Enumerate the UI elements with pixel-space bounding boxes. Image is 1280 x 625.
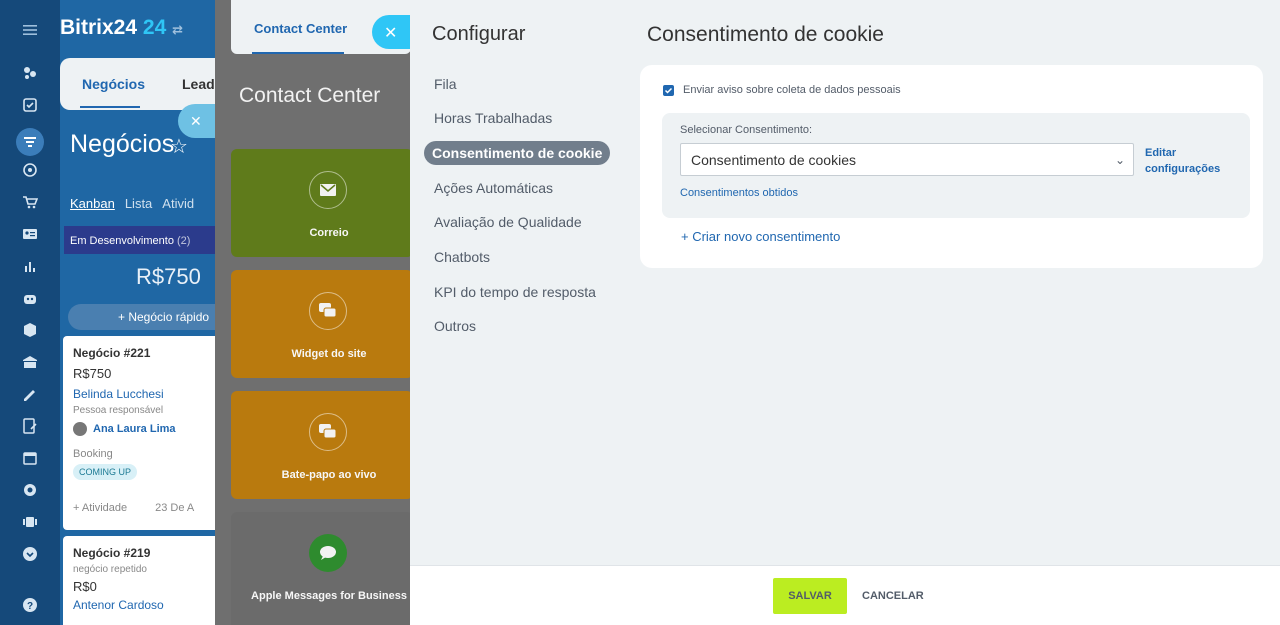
- menu-item-kpi[interactable]: KPI do tempo de resposta: [434, 284, 596, 300]
- robot-icon[interactable]: [21, 289, 39, 307]
- building-icon[interactable]: [21, 353, 39, 371]
- tab-active-indicator: [252, 52, 344, 54]
- channel-label: Widget do site: [291, 348, 367, 360]
- deal-role-label: Pessoa responsável: [73, 405, 164, 416]
- analytics-icon[interactable]: [21, 257, 39, 275]
- channel-card-livechat[interactable]: Bate-papo ao vivo: [231, 391, 410, 499]
- close-icon[interactable]: ✕: [178, 104, 215, 138]
- contact-center-slider: Contact Center Contact Center Correio Wi…: [215, 0, 410, 625]
- select-label: Selecionar Consentimento:: [680, 124, 813, 136]
- calendar-icon[interactable]: [21, 449, 39, 467]
- chat-icon: [309, 413, 347, 451]
- view-kanban[interactable]: Kanban: [70, 196, 115, 211]
- deal-client[interactable]: Antenor Cardoso: [73, 598, 213, 612]
- menu-item-outros[interactable]: Outros: [434, 318, 476, 334]
- channel-card-apple[interactable]: Apple Messages for Business: [231, 512, 410, 625]
- deal-footer: + Atividade 23 De A: [73, 502, 213, 514]
- deal-booking-label: Booking: [73, 448, 113, 460]
- create-consent-link[interactable]: + Criar novo consentimento: [681, 229, 840, 244]
- menu-item-cookie[interactable]: Consentimento de cookie: [424, 141, 611, 165]
- menu-item-acoes[interactable]: Ações Automáticas: [434, 180, 553, 196]
- consent-select[interactable]: Consentimento de cookies ⌄: [680, 143, 1134, 176]
- deal-title[interactable]: Negócio #221: [73, 346, 213, 360]
- message-bubble-icon: [309, 534, 347, 572]
- page-title: Consentimento de cookie: [647, 23, 884, 46]
- cart-icon[interactable]: [21, 193, 39, 211]
- deal-subtitle: negócio repetido: [73, 564, 147, 575]
- app-logo[interactable]: Bitrix24 24 ⇄: [60, 16, 183, 40]
- menu-icon[interactable]: [21, 21, 39, 39]
- view-atividades[interactable]: Ativid: [162, 196, 194, 211]
- envelope-icon: [309, 171, 347, 209]
- avatar: [73, 422, 87, 436]
- channel-label: Correio: [309, 227, 349, 239]
- box-icon[interactable]: [21, 321, 39, 339]
- tab-negocios[interactable]: Negócios: [82, 76, 145, 92]
- view-switcher: Kanban Lista Ativid: [70, 196, 204, 211]
- channel-label: Apple Messages for Business: [251, 590, 407, 602]
- menu-item-avaliacao[interactable]: Avaliação de Qualidade: [434, 214, 582, 230]
- channel-card-widget[interactable]: Widget do site: [231, 270, 410, 378]
- menu-item-chatbots[interactable]: Chatbots: [434, 249, 490, 265]
- consent-card: Enviar aviso sobre coleta de dados pesso…: [640, 65, 1263, 268]
- cancel-button[interactable]: CANCELAR: [862, 578, 924, 614]
- contact-center-title: Contact Center: [239, 84, 381, 107]
- svg-text:?: ?: [27, 601, 33, 612]
- consent-checkbox[interactable]: [663, 85, 674, 96]
- document-edit-icon[interactable]: [21, 417, 39, 435]
- left-nav-rail: ?: [0, 0, 60, 625]
- tasks-icon[interactable]: [21, 96, 39, 114]
- channel-label: Bate-papo ao vivo: [281, 469, 377, 481]
- close-icon[interactable]: ✕: [372, 15, 412, 49]
- deal-amount: R$750: [73, 366, 112, 381]
- tab-contact-center[interactable]: Contact Center: [254, 21, 347, 36]
- menu-item-horas[interactable]: Horas Trabalhadas: [434, 110, 552, 126]
- sidebar-title: Configurar: [432, 23, 526, 45]
- save-button[interactable]: SALVAR: [773, 578, 847, 614]
- apps-icon[interactable]: [21, 513, 39, 531]
- chevron-down-icon[interactable]: [21, 545, 39, 563]
- stage-amount: R$750: [136, 264, 201, 289]
- status-badge: COMING UP: [73, 464, 138, 480]
- signature-icon[interactable]: [21, 385, 39, 403]
- page-title: Negócios: [70, 130, 175, 158]
- deal-date: 23 De A: [155, 502, 195, 514]
- consent-select-group: Selecionar Consentimento: Consentimento …: [662, 113, 1250, 218]
- view-lista[interactable]: Lista: [125, 196, 152, 211]
- deal-card[interactable]: Negócio #219 negócio repetido R$0 Anteno…: [63, 536, 215, 625]
- crm-background: Bitrix24 24 ⇄ Negócios Leads ✕ Negócios …: [60, 0, 215, 625]
- crm-icon[interactable]: [16, 128, 44, 156]
- deal-amount: R$0: [73, 579, 97, 594]
- obtained-consents-link[interactable]: Consentimentos obtidos: [680, 187, 798, 199]
- help-icon[interactable]: ?: [21, 596, 39, 614]
- deal-person[interactable]: Ana Laura Lima: [73, 422, 213, 436]
- deal-title[interactable]: Negócio #219: [73, 546, 213, 560]
- settings-panel: Configurar Fila Horas Trabalhadas Consen…: [410, 0, 1280, 625]
- channel-card-correio[interactable]: Correio: [231, 149, 410, 257]
- tab-active-indicator: [80, 106, 140, 108]
- consent-checkbox-label[interactable]: Enviar aviso sobre coleta de dados pesso…: [683, 84, 901, 96]
- chevron-down-icon: ⌄: [1114, 153, 1125, 167]
- stage-header: Em Desenvolvimento (2): [64, 226, 215, 254]
- footer-bar: SALVAR CANCELAR: [410, 565, 1280, 625]
- deal-client[interactable]: Belinda Lucchesi: [73, 387, 213, 401]
- add-activity-link[interactable]: + Atividade: [73, 502, 127, 514]
- edit-settings-link[interactable]: Editar configurações: [1145, 145, 1220, 177]
- feed-icon[interactable]: [21, 64, 39, 82]
- deal-card[interactable]: Negócio #221 R$750 Belinda Lucchesi Pess…: [63, 336, 215, 530]
- contacts-icon[interactable]: [21, 225, 39, 243]
- target-icon[interactable]: [21, 161, 39, 179]
- star-icon[interactable]: ☆: [170, 134, 188, 159]
- chat-icon: [309, 292, 347, 330]
- disk-icon[interactable]: [21, 481, 39, 499]
- tab-leads[interactable]: Leads: [182, 76, 215, 92]
- quick-deal-button[interactable]: + Negócio rápido: [68, 304, 215, 330]
- menu-item-fila[interactable]: Fila: [434, 76, 457, 92]
